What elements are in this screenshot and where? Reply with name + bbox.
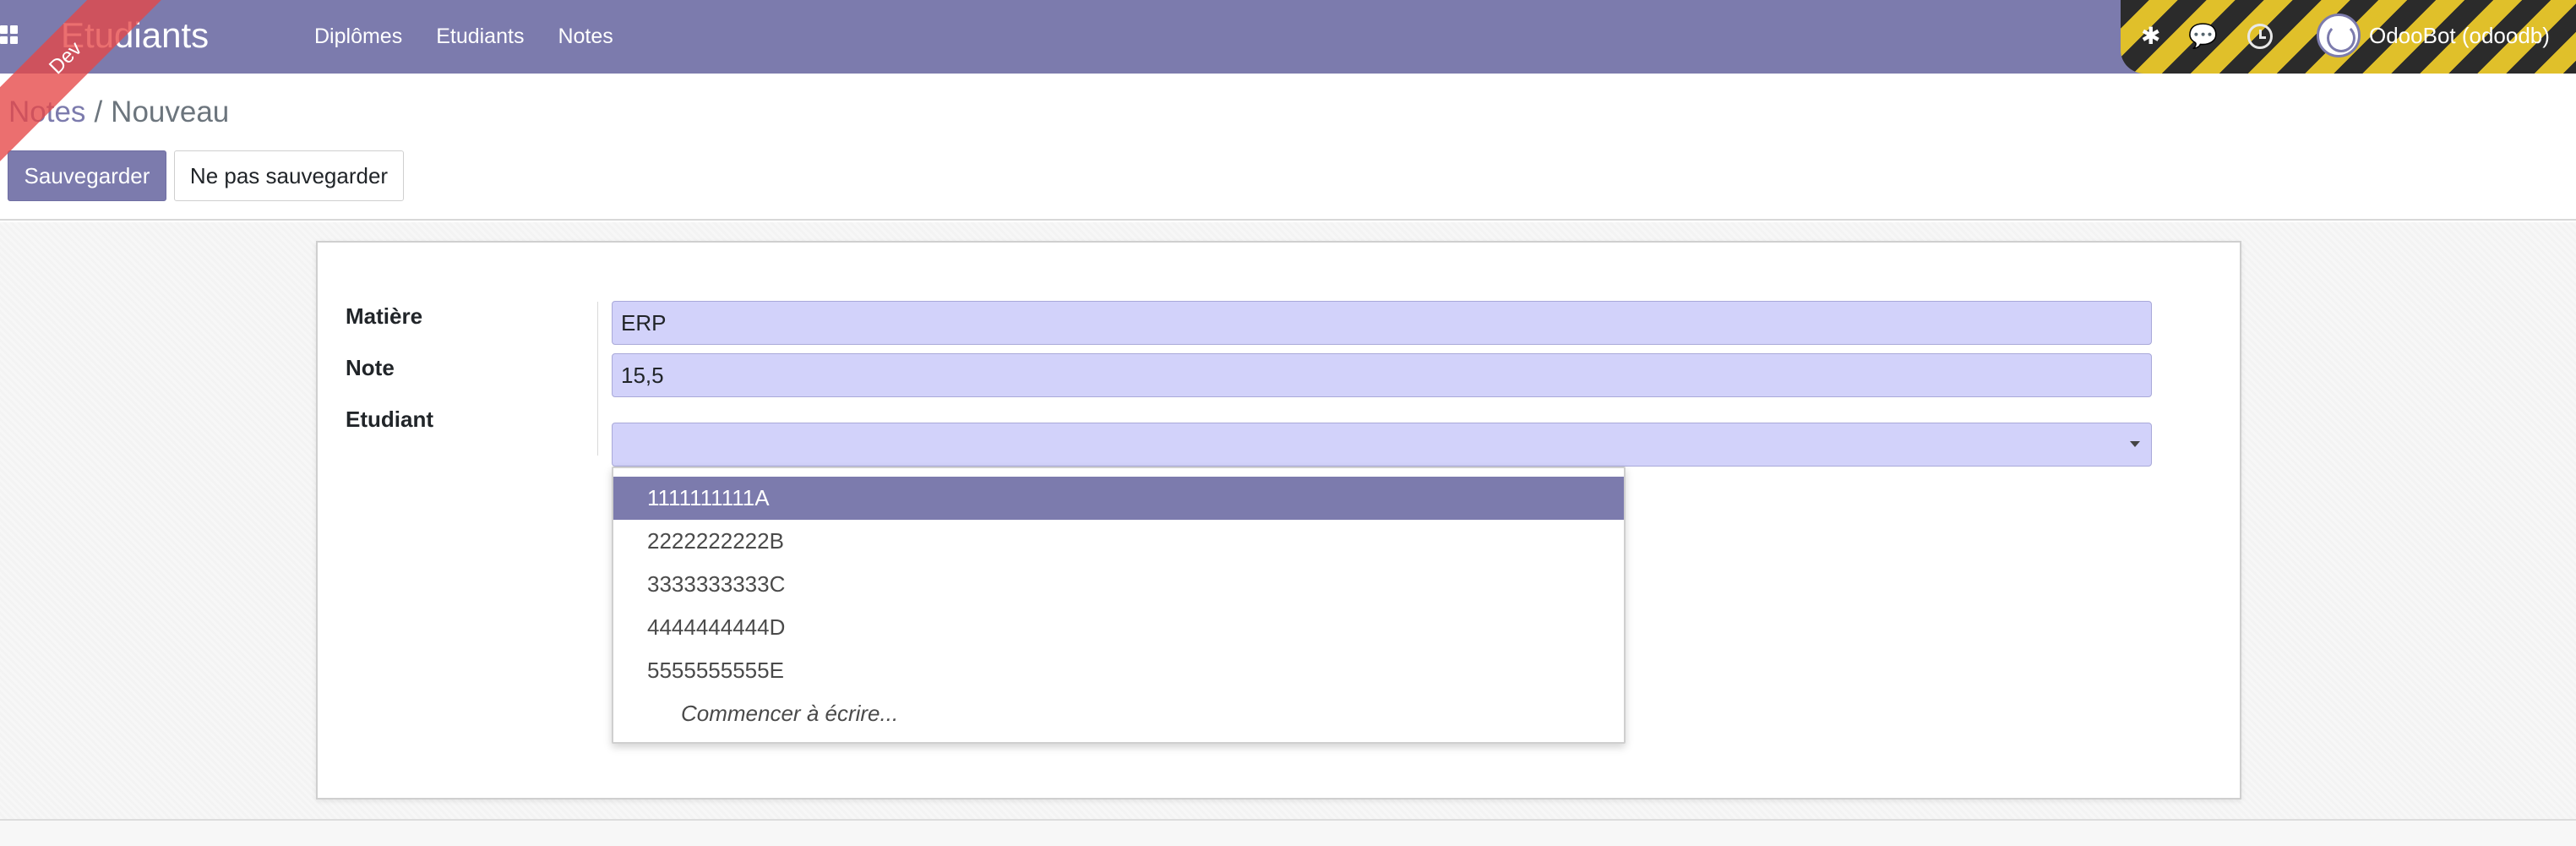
top-navbar: Etudiants Diplômes Etudiants Notes ✱ 💬 O… (0, 0, 2576, 74)
user-menu[interactable]: OdooBot (odoodb) (2369, 20, 2550, 51)
note-label: Note (346, 355, 395, 380)
user-avatar[interactable] (2317, 14, 2361, 57)
matiere-input[interactable] (612, 301, 2152, 345)
dropdown-option[interactable]: 1111111111A (613, 477, 1624, 520)
chat-icon[interactable]: 💬 (2188, 22, 2218, 51)
dropdown-option[interactable]: 4444444444D (613, 606, 1624, 649)
main-menu: Diplômes Etudiants Notes (314, 0, 647, 74)
discard-button[interactable]: Ne pas sauvegarder (174, 150, 404, 201)
form-view-background: Matière Note Etudiant 1111111111A 222222… (0, 222, 2576, 822)
dropdown-option[interactable]: 2222222222B (613, 520, 1624, 563)
etudiant-autocomplete-dropdown: 1111111111A 2222222222B 3333333333C 4444… (612, 467, 1626, 744)
breadcrumb-separator: / (94, 96, 103, 128)
note-input[interactable] (612, 353, 2152, 397)
breadcrumb-current: Nouveau (111, 96, 230, 128)
etudiant-label: Etudiant (346, 407, 433, 432)
apps-menu-icon[interactable] (0, 25, 19, 44)
dropdown-start-typing-hint: Commencer à écrire... (681, 701, 899, 726)
label-divider (597, 302, 598, 456)
dropdown-option[interactable]: 5555555555E (613, 649, 1624, 692)
etudiant-many2one[interactable] (612, 423, 2152, 467)
systray: ✱ 💬 OdooBot (odoodb) (2121, 0, 2576, 74)
menu-item-etudiants[interactable]: Etudiants (436, 25, 524, 49)
form-sheet: Matière Note Etudiant 1111111111A 222222… (316, 241, 2241, 800)
dropdown-option[interactable]: 3333333333C (613, 563, 1624, 606)
menu-item-diplomes[interactable]: Diplômes (314, 25, 402, 49)
chevron-down-icon[interactable] (2130, 441, 2140, 447)
etudiant-input[interactable] (612, 423, 2152, 467)
control-panel: Notes/Nouveau Sauvegarder Ne pas sauvega… (0, 74, 2576, 221)
save-button[interactable]: Sauvegarder (8, 150, 166, 201)
bottom-strip (0, 819, 2576, 846)
activity-clock-icon[interactable] (2247, 24, 2273, 49)
debug-bug-icon[interactable]: ✱ (2141, 22, 2160, 51)
menu-item-notes[interactable]: Notes (558, 25, 613, 49)
matiere-label: Matière (346, 303, 423, 329)
